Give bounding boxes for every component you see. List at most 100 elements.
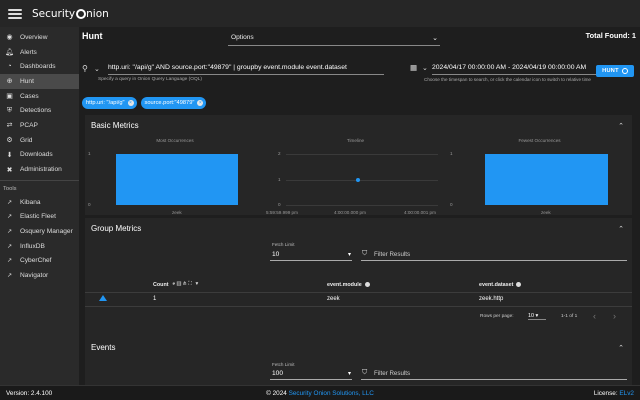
x-tick-label: zeek [172,210,182,215]
sidebar-item-osquery-manager[interactable]: ↗ Osquery Manager [0,224,79,239]
x-tick-label: zeek [541,210,551,215]
fewest-occurrences-chart: Fewest Occurrences 1 0 zeek [447,136,632,215]
grid-line [286,154,438,155]
date-range-input[interactable]: 2024/04/17 00:00:00 AM - 2024/04/19 00:0… [432,64,600,75]
copyright-prefix: © 2024 [266,389,289,397]
external-link-icon: ↗ [6,273,13,280]
table-actions[interactable]: ◕▥⋔⛶ ▾ [172,281,199,288]
external-link-icon: ↗ [6,243,13,250]
sidebar-item-kibana[interactable]: ↗ Kibana [0,195,79,210]
sidebar-item-detections[interactable]: ⛨ Detections [0,103,79,118]
fetch-limit-select[interactable]: 10 ▾ [270,248,352,261]
chevron-up-icon[interactable]: ⌃ [618,344,624,352]
onion-logo-icon [76,8,87,19]
fullscreen-icon[interactable]: ⛶ [188,281,193,287]
chevron-up-icon[interactable]: ⌃ [618,225,624,233]
sidebar-item-label: Osquery Manager [20,228,73,236]
filter-results-input[interactable]: ⛉ Filter Results [361,367,627,380]
fetch-limit-value: 100 [272,370,284,377]
chevron-down-icon: ▾ [535,313,539,319]
sidebar-item-elastic-fleet[interactable]: ↗ Elastic Fleet [0,210,79,225]
column-header-event-dataset[interactable]: event.dataset [479,282,522,288]
external-link-icon: ↗ [6,229,13,236]
sidebar-item-label: Cases [20,92,39,100]
sidebar-item-label: Grid [20,136,33,144]
sidebar-divider [0,179,79,181]
rows-per-page-select[interactable]: 10 ▾ [528,313,546,320]
tools-icon: ✖ [6,166,13,174]
filter-chip[interactable]: http.uri: "/api/g" × [82,97,137,109]
close-icon[interactable]: × [197,100,204,106]
chip-label: source.port:"49879" [144,100,195,106]
sidebar-item-administration[interactable]: ✖ Administration [0,162,79,177]
bar [116,154,238,205]
license-link[interactable]: ELv2 [619,390,634,397]
y-tick-label: 2 [278,151,281,156]
main-content: Hunt Options ⌄ Total Found: 1 ⚲ ⌄ http.u… [79,27,640,385]
cell-event-dataset[interactable]: zeek.http [479,296,503,302]
panel-title: Basic Metrics [91,121,139,130]
drilldown-triangle-icon[interactable] [99,295,107,301]
hunt-button-label: HUNT [602,68,619,74]
sidebar-item-navigator[interactable]: ↗ Navigator [0,268,79,283]
grid-line [286,180,438,181]
sidebar-item-label: CyberChef [20,257,52,265]
bar [485,154,608,205]
y-tick-label: 0 [88,202,91,207]
filter-chip[interactable]: source.port:"49879" × [140,97,207,109]
sidebar-item-cases[interactable]: ▣ Cases [0,89,79,104]
column-header-count[interactable]: Count [153,282,169,288]
sidebar-item-cyberchef[interactable]: ↗ CyberChef [0,254,79,269]
group-metrics-header[interactable]: Group Metrics ⌃ [85,218,632,239]
options-dropdown[interactable]: Options ⌄ [228,31,440,46]
x-tick-label: 5:59:59.999 pm [266,210,298,215]
brand-logo: Security nion [32,8,109,20]
sidebar-item-downloads[interactable]: ⬇ Downloads [0,148,79,163]
page-title: Hunt [82,31,103,41]
sidebar-item-pcap[interactable]: ⇄ PCAP [0,118,79,133]
sidebar-item-influxdb[interactable]: ↗ InfluxDB [0,239,79,254]
brand-text-prefix: Security [32,7,76,20]
cell-event-module[interactable]: zeek [327,296,340,302]
chart-title: Timeline [346,138,365,143]
chevron-up-icon[interactable]: ⌃ [618,122,624,130]
date-range-hint: Choose the timespan to search, or click … [424,77,591,82]
query-hint: Specify a query in Onion Query Language … [98,77,202,82]
sidebar-item-overview[interactable]: ◉ Overview [0,30,79,45]
sidebar-item-label: InfluxDB [20,242,45,250]
hunt-button[interactable]: HUNT [596,65,634,77]
chevron-down-icon[interactable]: ⌄ [94,65,100,73]
remove-column-icon[interactable] [516,282,522,288]
chevron-down-icon[interactable]: ⌄ [422,64,428,72]
calendar-icon[interactable]: ▦ [410,63,417,72]
tools-heading: Tools [3,186,17,193]
external-link-icon: ↗ [6,199,13,206]
prev-page-icon[interactable]: ‹ [593,311,596,321]
crosshairs-icon: ⊕ [6,78,13,86]
close-icon[interactable]: × [127,100,134,106]
events-header[interactable]: Events ⌃ [85,337,632,358]
sidebar-item-alerts[interactable]: 🔔︎ Alerts [0,45,79,60]
next-page-icon[interactable]: › [613,311,616,321]
chip-label: http.uri: "/api/g" [86,100,125,106]
sidebar-item-label: PCAP [20,121,38,129]
sidebar-item-label: Downloads [20,151,53,159]
company-link[interactable]: Security Onion Solutions, LLC [289,390,374,397]
sidebar-item-dashboards[interactable]: ◔ Dashboards [0,59,79,74]
column-header-event-module[interactable]: event.module [327,282,370,288]
compass-icon: ◉ [6,34,13,42]
timeline-chart: Timeline 2 1 0 5:59:59.999 pm 4:00:00.00… [266,136,443,215]
events-panel: Events ⌃ Fetch Limit 100 ▾ ⛉ Filter Resu… [85,337,632,385]
remove-column-icon[interactable] [364,282,370,288]
fetch-limit-select[interactable]: 100 ▾ [270,367,352,380]
sidebar-item-grid[interactable]: ⚙ Grid [0,133,79,148]
filter-results-input[interactable]: ⛉ Filter Results [361,248,627,261]
chevron-down-icon: ▾ [347,252,351,258]
menu-icon[interactable] [8,8,22,19]
basic-metrics-header[interactable]: Basic Metrics ⌃ [85,115,632,136]
cell-count: 1 [153,296,157,302]
query-input[interactable]: http.uri: "/api/g" AND source.port:"4987… [108,64,384,75]
chevron-down-icon[interactable]: ▾ [196,281,200,287]
sidebar-item-hunt[interactable]: ⊕ Hunt [0,74,79,89]
grid-line [286,205,438,206]
